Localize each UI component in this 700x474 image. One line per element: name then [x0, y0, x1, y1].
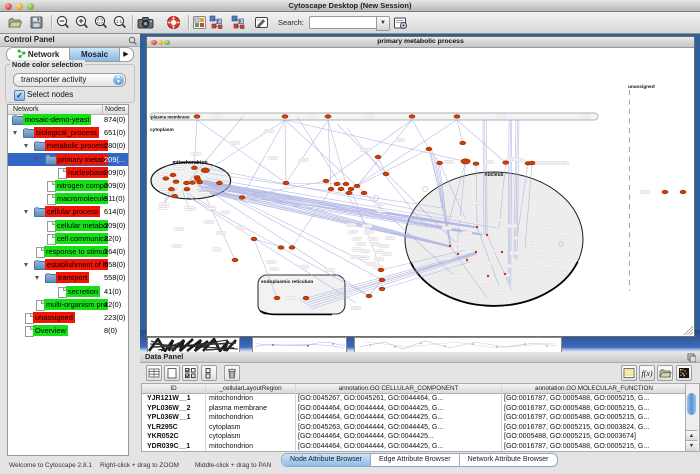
- svg-text:1:1: 1:1: [116, 19, 123, 24]
- svg-text:mitochondrion: mitochondrion: [173, 160, 208, 166]
- svg-text:unassigned: unassigned: [628, 84, 655, 90]
- svg-text:cytoplasm: cytoplasm: [150, 127, 174, 133]
- svg-text:f(x): f(x): [641, 369, 652, 378]
- svg-text:plasma membrane: plasma membrane: [151, 115, 190, 120]
- svg-text:nucleus: nucleus: [485, 172, 504, 178]
- svg-text:endoplasmic reticulum: endoplasmic reticulum: [261, 279, 313, 285]
